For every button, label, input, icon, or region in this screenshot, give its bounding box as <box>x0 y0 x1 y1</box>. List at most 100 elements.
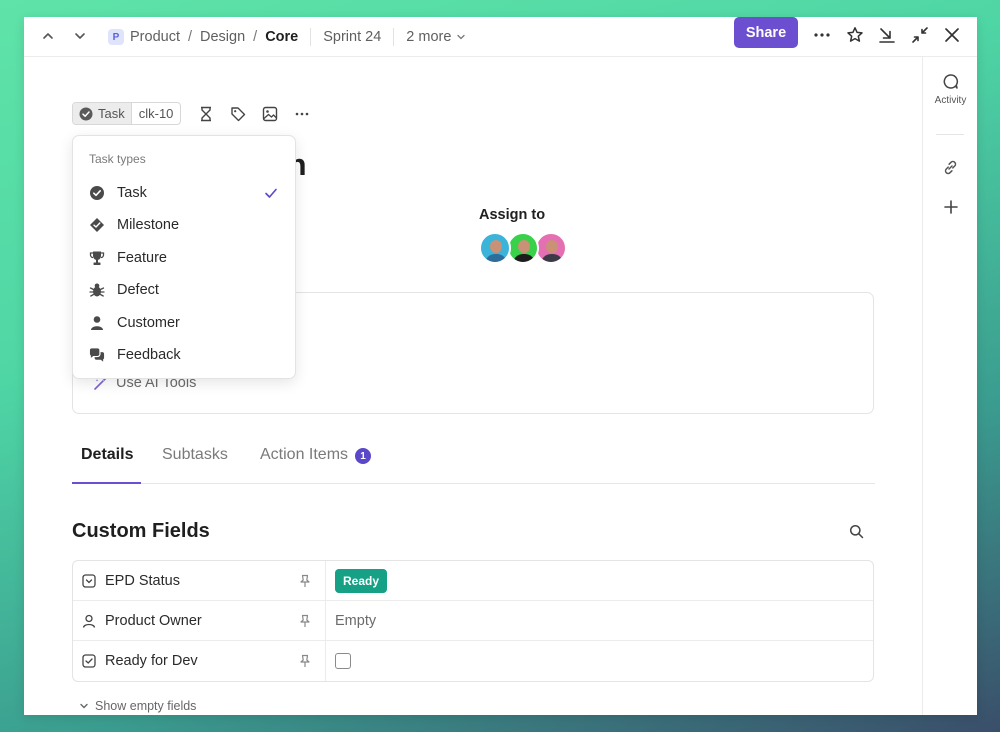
time-estimate-button[interactable] <box>195 103 217 125</box>
tab-subtasks[interactable]: Subtasks <box>162 442 228 484</box>
action-items-count-badge: 1 <box>355 448 372 464</box>
breadcrumb-item-core[interactable]: Core <box>265 29 298 45</box>
tab-details-label: Details <box>81 446 134 463</box>
avatar[interactable] <box>507 232 539 264</box>
avatar-body <box>485 254 507 262</box>
cover-image-button[interactable] <box>259 103 281 125</box>
sidebar-divider <box>936 134 964 135</box>
task-type-option-label: Feature <box>117 250 167 266</box>
collapse-window-button[interactable] <box>908 23 932 47</box>
avatar[interactable] <box>535 232 567 264</box>
show-empty-fields-button[interactable]: Show empty fields <box>79 699 196 713</box>
tab-details[interactable]: Details <box>81 442 133 484</box>
add-button[interactable] <box>923 199 977 215</box>
previous-task-button[interactable] <box>37 25 59 47</box>
breadcrumb-item-sprint[interactable]: Sprint 24 <box>323 29 381 45</box>
person-icon <box>89 315 105 331</box>
ellipsis-icon <box>296 112 309 115</box>
top-bar: P Product / Design / Core Sprint 24 2 mo… <box>24 17 977 57</box>
tab-action-items-label: Action Items <box>260 446 349 463</box>
breadcrumb-separator: / <box>253 29 258 45</box>
activity-button[interactable]: Activity <box>923 73 977 106</box>
arrow-down-right-tray-icon <box>879 28 895 43</box>
breadcrumb-item-design[interactable]: Design <box>200 29 245 45</box>
assignee-list <box>479 232 567 264</box>
active-tab-indicator <box>72 482 141 484</box>
status-badge[interactable]: Ready <box>335 569 388 593</box>
next-task-button[interactable] <box>69 25 91 47</box>
right-sidebar: Activity <box>922 57 977 715</box>
product-owner-value[interactable]: Empty <box>335 601 376 641</box>
comment-icon <box>943 74 959 89</box>
more-options-button[interactable] <box>810 23 834 47</box>
tab-subtasks-label: Subtasks <box>162 446 228 463</box>
custom-fields-title: Custom Fields <box>72 520 210 542</box>
breadcrumb-more-button[interactable]: 2 more <box>406 29 466 45</box>
diamond-icon <box>89 217 105 233</box>
task-type-option-defect[interactable]: Defect <box>73 274 295 306</box>
breadcrumb-item-product[interactable]: Product <box>130 29 180 45</box>
custom-fields-search-button[interactable] <box>846 521 866 541</box>
tab-action-items[interactable]: Action Items 1 <box>260 442 372 484</box>
task-type-option-feedback[interactable]: Feedback <box>73 339 295 371</box>
tag-icon <box>231 106 246 121</box>
bug-icon <box>89 282 105 298</box>
more-task-options-button[interactable] <box>291 103 313 125</box>
chat-bubbles-icon <box>89 347 105 363</box>
task-type-menu-heading: Task types <box>89 152 146 166</box>
task-type-option-label: Customer <box>117 315 180 331</box>
avatar[interactable] <box>479 232 511 264</box>
activity-label: Activity <box>934 95 967 106</box>
task-type-option-label: Task <box>117 185 147 201</box>
trophy-icon <box>89 250 105 266</box>
person-field-icon <box>82 614 96 628</box>
favorite-button[interactable] <box>843 23 867 47</box>
image-icon <box>263 106 278 121</box>
close-icon <box>945 28 959 42</box>
task-type-option-milestone[interactable]: Milestone <box>73 209 295 241</box>
breadcrumb-more-label: 2 more <box>406 29 452 45</box>
custom-field-row-ready-for-dev: Ready for Dev <box>73 641 873 681</box>
chevron-down-icon <box>457 34 466 40</box>
breadcrumb-divider <box>310 28 312 46</box>
assign-to-label: Assign to <box>479 207 546 223</box>
share-button[interactable]: Share <box>734 17 798 48</box>
avatar-head <box>518 240 530 253</box>
chevron-down-icon <box>75 33 85 39</box>
task-type-label: Task <box>98 106 125 121</box>
ready-for-dev-checkbox[interactable] <box>335 653 351 669</box>
close-button[interactable] <box>940 23 964 47</box>
pin-icon[interactable] <box>299 654 311 668</box>
checkmark-icon <box>265 188 277 198</box>
chevron-down-icon <box>80 703 88 709</box>
breadcrumb: P Product / Design / Core Sprint 24 2 mo… <box>108 17 466 57</box>
chevron-up-icon <box>43 33 53 39</box>
product-owner-label: Product Owner <box>105 613 202 629</box>
breadcrumb-divider <box>393 28 395 46</box>
collapse-arrows-icon <box>912 27 928 43</box>
links-button[interactable] <box>923 159 977 176</box>
task-type-option-customer[interactable]: Customer <box>73 307 295 339</box>
epd-status-value: Ready <box>335 561 388 601</box>
task-type-option-label: Milestone <box>117 217 180 233</box>
tags-button[interactable] <box>227 103 249 125</box>
task-id[interactable]: clk-10 <box>132 103 181 124</box>
link-icon <box>944 160 957 175</box>
minimize-to-tray-button[interactable] <box>875 23 899 47</box>
ready-for-dev-value <box>335 641 351 681</box>
pin-icon[interactable] <box>299 614 311 628</box>
task-type-menu: Task types Task Milestone Feature Defect… <box>72 135 296 379</box>
task-type-option-task[interactable]: Task <box>73 177 295 209</box>
custom-field-name: Product Owner <box>73 601 326 641</box>
task-type-selector[interactable]: Task <box>73 103 132 124</box>
task-type-toolbar: Task clk-10 <box>72 102 313 125</box>
pin-icon[interactable] <box>299 574 311 588</box>
custom-field-name: Ready for Dev <box>73 641 326 681</box>
avatar-head <box>546 240 558 253</box>
task-type-option-label: Defect <box>117 282 159 298</box>
ready-for-dev-label: Ready for Dev <box>105 653 198 669</box>
task-type-option-label: Feedback <box>117 347 181 363</box>
task-type-option-feature[interactable]: Feature <box>73 242 295 274</box>
avatar-body <box>513 254 535 262</box>
custom-fields-table: EPD Status Ready Product Owner Empty Rea… <box>72 560 874 682</box>
